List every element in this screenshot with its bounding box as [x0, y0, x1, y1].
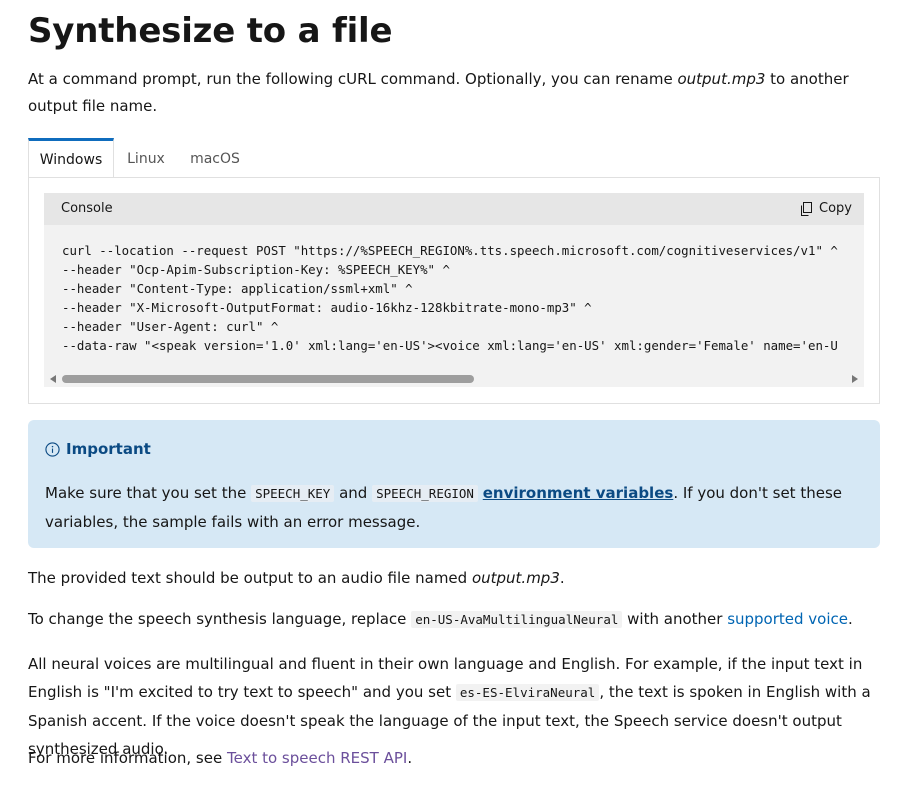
code-line: curl --location --request POST "https://…	[62, 243, 838, 258]
more-info-paragraph: For more information, see Text to speech…	[28, 745, 880, 772]
paragraph-text: The provided text should be output to an…	[28, 569, 472, 587]
code-line: --header "Content-Type: application/ssml…	[62, 281, 413, 296]
inline-code: en-US-AvaMultilingualNeural	[411, 611, 623, 628]
environment-variables-link[interactable]: environment variables	[483, 484, 674, 502]
callout-text: Make sure that you set the	[45, 484, 252, 502]
paragraph-text: .	[559, 569, 565, 587]
paragraph-text: .	[848, 610, 853, 628]
tab-macos[interactable]: macOS	[180, 138, 250, 178]
inline-code: es-ES-ElviraNeural	[455, 684, 600, 701]
callout-text: and	[334, 484, 373, 502]
scroll-left-icon[interactable]	[50, 375, 56, 383]
scrollbar-thumb[interactable]	[62, 375, 474, 383]
copy-label: Copy	[819, 201, 852, 216]
paragraph-text: .	[407, 749, 413, 767]
tab-windows[interactable]: Windows	[28, 138, 114, 178]
code-line: --header "User-Agent: curl" ^	[62, 319, 279, 334]
code-language-label: Console	[61, 201, 113, 216]
intro-text: At a command prompt, run the following c…	[28, 70, 678, 88]
scroll-right-icon[interactable]	[852, 375, 858, 383]
inline-code: SPEECH_KEY	[251, 485, 335, 502]
tab-panel: Console Copy curl --location --request P…	[28, 177, 880, 404]
paragraph-text: To change the speech synthesis language,…	[28, 610, 412, 628]
intro-paragraph: At a command prompt, run the following c…	[28, 66, 880, 120]
inline-code: SPEECH_REGION	[372, 485, 478, 502]
code-block: Console Copy curl --location --request P…	[44, 193, 864, 387]
code-line: --header "X-Microsoft-OutputFormat: audi…	[62, 300, 592, 315]
important-callout: Important Make sure that you set the SPE…	[28, 420, 880, 548]
copy-button[interactable]: Copy	[799, 201, 852, 216]
code-line: --header "Ocp-Apim-Subscription-Key: %SP…	[62, 262, 450, 277]
supported-voice-link[interactable]: supported voice	[727, 610, 848, 628]
callout-title-text: Important	[66, 440, 151, 458]
code-content: curl --location --request POST "https://…	[62, 241, 862, 355]
code-line: --data-raw "<speak version='1.0' xml:lan…	[62, 338, 838, 353]
code-header: Console Copy	[44, 193, 864, 225]
page-title: Synthesize to a file	[28, 11, 393, 51]
paragraph-text: with another	[622, 610, 728, 628]
output-filename: output.mp3	[471, 569, 560, 587]
language-paragraph: To change the speech synthesis language,…	[28, 606, 880, 633]
horizontal-scrollbar[interactable]	[44, 371, 864, 387]
rest-api-link[interactable]: Text to speech REST API	[227, 749, 407, 767]
copy-icon	[801, 201, 813, 216]
paragraph-text: For more information, see	[28, 749, 227, 767]
tab-linux[interactable]: Linux	[118, 138, 174, 178]
intro-filename: output.mp3	[677, 70, 766, 88]
callout-body: Make sure that you set the SPEECH_KEY an…	[45, 479, 865, 536]
os-tabs: Windows Linux macOS	[28, 138, 880, 178]
callout-title: Important	[45, 440, 151, 458]
output-paragraph: The provided text should be output to an…	[28, 565, 880, 592]
info-icon	[45, 441, 60, 457]
